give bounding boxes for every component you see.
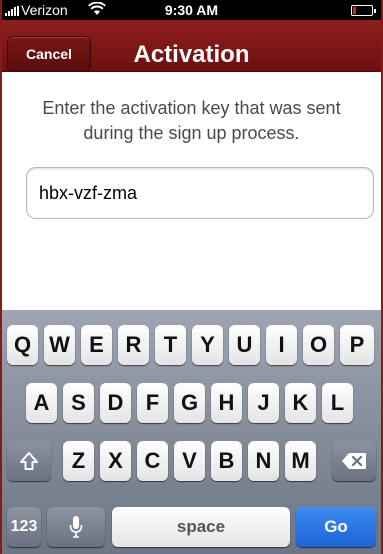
key-h[interactable]: H <box>211 383 242 423</box>
activation-key-input[interactable] <box>39 178 359 208</box>
key-n[interactable]: N <box>248 441 279 481</box>
key-q[interactable]: Q <box>7 325 38 365</box>
key-z[interactable]: Z <box>63 441 94 481</box>
key-e[interactable]: E <box>81 325 112 365</box>
key-j[interactable]: J <box>248 383 279 423</box>
battery-icon <box>351 5 376 16</box>
key-l[interactable]: L <box>322 383 353 423</box>
key-r[interactable]: R <box>118 325 149 365</box>
backspace-icon <box>342 453 366 469</box>
space-key[interactable]: space <box>112 507 290 547</box>
key-y[interactable]: Y <box>192 325 223 365</box>
page-title: Activation <box>133 41 250 68</box>
key-i[interactable]: I <box>266 325 297 365</box>
status-time: 9:30 AM <box>164 2 219 18</box>
key-v[interactable]: V <box>174 441 205 481</box>
microphone-icon <box>69 516 83 538</box>
key-t[interactable]: T <box>155 325 186 365</box>
key-s[interactable]: S <box>63 383 94 423</box>
key-k[interactable]: K <box>285 383 316 423</box>
activation-key-field[interactable] <box>26 167 374 219</box>
key-a[interactable]: A <box>26 383 57 423</box>
app-frame: Verizon 9:30 AM Cancel Activation Enter … <box>0 0 383 554</box>
onscreen-keyboard: Q W E R T Y U I O P A S D F G H J K L Z … <box>2 310 381 554</box>
key-o[interactable]: O <box>303 325 334 365</box>
key-c[interactable]: C <box>137 441 168 481</box>
dictation-key[interactable] <box>47 507 105 547</box>
key-g[interactable]: G <box>174 383 205 423</box>
status-bar: Verizon 9:30 AM <box>2 0 381 20</box>
key-u[interactable]: U <box>229 325 260 365</box>
key-p[interactable]: P <box>340 325 374 365</box>
key-b[interactable]: B <box>211 441 242 481</box>
shift-arrow-icon <box>20 452 38 470</box>
key-w[interactable]: W <box>44 325 75 365</box>
key-f[interactable]: F <box>137 383 168 423</box>
shift-key[interactable] <box>7 441 51 481</box>
key-d[interactable]: D <box>100 383 131 423</box>
key-x[interactable]: X <box>100 441 131 481</box>
go-key[interactable]: Go <box>296 507 376 547</box>
activation-instructions: Enter the activation key that was sent d… <box>42 98 341 143</box>
key-m[interactable]: M <box>285 441 316 481</box>
numbers-key[interactable]: 123 <box>7 507 41 547</box>
delete-key[interactable] <box>332 441 376 481</box>
navigation-bar: Cancel Activation <box>2 20 381 72</box>
